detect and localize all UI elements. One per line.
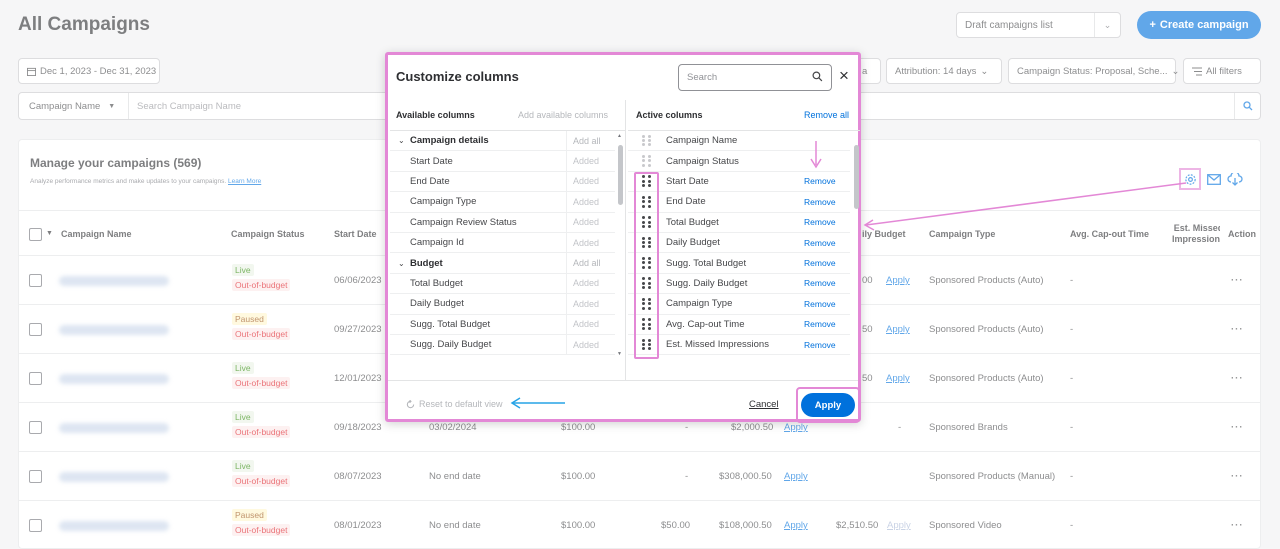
active-column-name: Est. Missed Impressions — [666, 339, 769, 351]
active-column-item[interactable]: Sugg. Daily Budget Remove — [628, 274, 850, 295]
available-column-name: Campaign Id — [410, 237, 464, 249]
available-column-item[interactable]: Campaign Review Status Added — [390, 212, 616, 233]
remove-column-link[interactable]: Remove — [804, 340, 836, 350]
scrollbar-thumb[interactable] — [854, 145, 859, 209]
add-all-link[interactable]: Add all — [566, 253, 616, 273]
available-scrollbar[interactable]: ▲ ▼ — [616, 133, 624, 357]
customize-columns-modal: Customize columns Search × Available col… — [385, 52, 861, 423]
available-column-item[interactable]: Start Date Added — [390, 151, 616, 172]
drag-handles-highlight — [634, 172, 659, 359]
active-columns-title: Active columns — [636, 110, 703, 120]
search-icon — [812, 71, 823, 82]
available-column-item[interactable]: Total Budget Added — [390, 273, 616, 295]
apply-highlight: Apply — [796, 387, 860, 423]
remove-column-link[interactable]: Remove — [804, 238, 836, 248]
available-group-header[interactable]: ⌄ Budget Add all — [390, 253, 616, 274]
remove-column-link[interactable]: Remove — [804, 319, 836, 329]
cancel-button[interactable]: Cancel — [749, 399, 779, 410]
available-column-item[interactable]: Sugg. Daily Budget Added — [390, 335, 616, 356]
apply-button[interactable]: Apply — [801, 393, 855, 417]
active-column-item[interactable]: Sugg. Total Budget Remove — [628, 253, 850, 274]
active-column-item[interactable]: Est. Missed Impressions Remove — [628, 335, 850, 356]
available-column-name: Total Budget — [410, 277, 463, 289]
scrollbar-thumb[interactable] — [618, 145, 623, 205]
available-column-item[interactable]: Daily Budget Added — [390, 294, 616, 315]
available-group-header[interactable]: ⌄ Campaign details Add all — [390, 131, 616, 152]
remove-column-link[interactable]: Remove — [804, 278, 836, 288]
available-column-name: Campaign Review Status — [410, 216, 517, 228]
available-column-name: Budget — [410, 257, 443, 269]
remove-column-link[interactable]: Remove — [804, 299, 836, 309]
available-column-item[interactable]: End Date Added — [390, 171, 616, 193]
modal-footer: Reset to default view Cancel Apply — [388, 380, 860, 423]
active-column-item[interactable]: End Date Remove — [628, 192, 850, 213]
added-status: Added — [566, 273, 616, 294]
active-column-name: Start Date — [666, 175, 709, 187]
modal-title: Customize columns — [396, 69, 519, 84]
active-column-name: Sugg. Total Budget — [666, 257, 747, 269]
active-column-name: Campaign Type — [666, 298, 733, 310]
available-columns-title: Available columns — [396, 110, 475, 120]
drag-handle-icon — [642, 134, 652, 147]
active-column-name: Avg. Cap-out Time — [666, 318, 745, 330]
remove-column-link[interactable]: Remove — [804, 176, 836, 186]
remove-all-link[interactable]: Remove all — [804, 110, 849, 120]
added-status: Added — [566, 314, 616, 334]
pane-divider — [625, 100, 626, 380]
column-search-input[interactable]: Search — [678, 64, 832, 91]
chevron-down-icon[interactable]: ⌄ — [398, 136, 405, 145]
remove-column-link[interactable]: Remove — [804, 258, 836, 268]
active-column-name: Campaign Name — [666, 135, 738, 147]
available-column-name: Campaign details — [410, 135, 489, 147]
available-column-name: End Date — [410, 175, 450, 187]
active-column-item[interactable]: Start Date Remove — [628, 172, 850, 193]
available-column-name: Sugg. Daily Budget — [410, 339, 492, 351]
active-columns-list: Campaign Name Campaign Status Start Date Re… — [628, 130, 860, 358]
active-column-item[interactable]: Campaign Type Remove — [628, 294, 850, 315]
remove-column-link[interactable]: Remove — [804, 217, 836, 227]
available-column-name: Sugg. Total Budget — [410, 318, 491, 330]
added-status: Added — [566, 192, 616, 212]
remove-column-link[interactable]: Remove — [804, 197, 836, 207]
close-icon[interactable]: × — [835, 65, 853, 87]
added-status: Added — [566, 233, 616, 253]
active-column-name: Sugg. Daily Budget — [666, 277, 748, 289]
available-column-item[interactable]: Campaign Id Added — [390, 233, 616, 254]
active-column-name: End Date — [666, 196, 706, 208]
reset-icon — [406, 399, 415, 408]
add-available-columns-link[interactable]: Add available columns — [518, 110, 608, 120]
available-column-item[interactable]: Sugg. Total Budget Added — [390, 314, 616, 335]
chevron-down-icon[interactable]: ⌄ — [398, 259, 405, 268]
added-status: Added — [566, 335, 616, 355]
active-scrollbar[interactable] — [852, 133, 860, 357]
active-column-item[interactable]: Campaign Status — [628, 151, 850, 172]
available-column-name: Campaign Type — [410, 196, 477, 208]
active-column-item[interactable]: Daily Budget Remove — [628, 233, 850, 254]
active-column-item[interactable]: Campaign Name — [628, 131, 850, 152]
scroll-up-icon[interactable]: ▲ — [617, 133, 622, 139]
drag-handle-icon — [642, 155, 652, 167]
active-column-name: Daily Budget — [666, 237, 720, 249]
available-column-name: Start Date — [410, 155, 453, 167]
added-status: Added — [566, 151, 616, 171]
available-column-name: Daily Budget — [410, 298, 464, 310]
available-columns-list: ⌄ Campaign details Add all Start Date Added E… — [390, 130, 625, 358]
active-column-name: Total Budget — [666, 216, 719, 228]
scroll-down-icon[interactable]: ▼ — [617, 351, 622, 357]
column-search-placeholder: Search — [687, 72, 718, 83]
active-column-name: Campaign Status — [666, 155, 739, 167]
reset-label: Reset to default view — [419, 399, 503, 409]
available-column-item[interactable]: Campaign Type Added — [390, 192, 616, 213]
add-all-link[interactable]: Add all — [566, 131, 616, 151]
reset-default-view-button[interactable]: Reset to default view — [406, 399, 503, 409]
active-column-item[interactable]: Avg. Cap-out Time Remove — [628, 315, 850, 335]
added-status: Added — [566, 294, 616, 314]
active-column-item[interactable]: Total Budget Remove — [628, 213, 850, 233]
added-status: Added — [566, 212, 616, 232]
added-status: Added — [566, 171, 616, 192]
